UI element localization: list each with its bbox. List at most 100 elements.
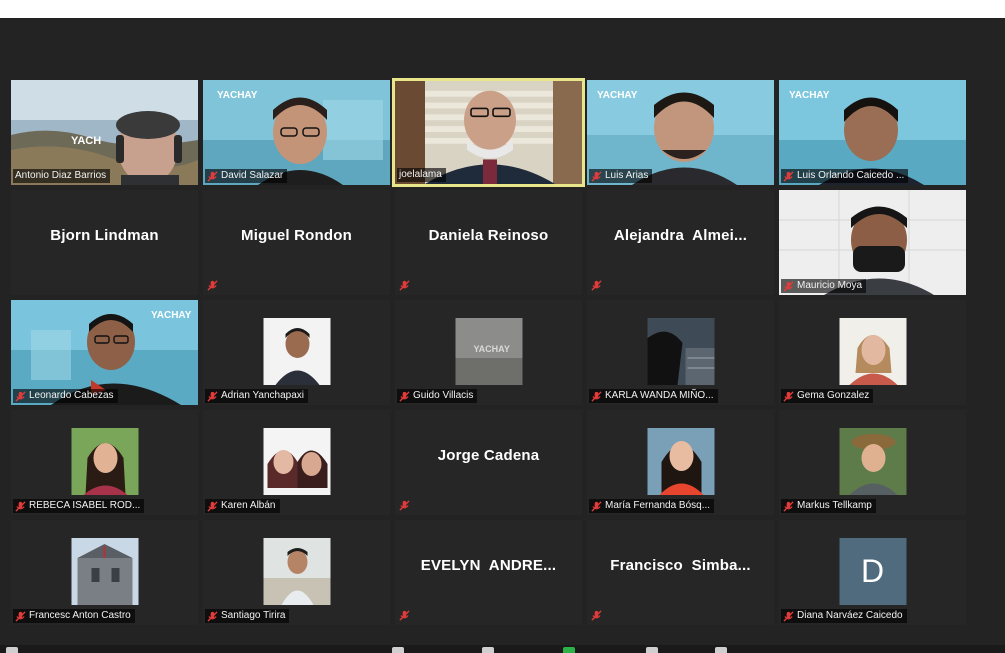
participant-name: David Salazar (221, 170, 284, 181)
participant-name-tag: Guido Villacis (397, 389, 478, 403)
muted-mic-icon (783, 280, 794, 292)
profile-photo (71, 538, 138, 605)
participant-name: Francisco Simba... (610, 557, 751, 574)
participant-name: Alejandra Almei... (613, 227, 748, 244)
participant-tile[interactable]: KARLA WANDA MIÑO... (587, 300, 774, 405)
profile-photo (839, 318, 906, 385)
participant-name-tag: Antonio Diaz Barrios (13, 169, 111, 183)
participant-tile[interactable]: Santiago Tirira (203, 520, 390, 625)
record-icon[interactable] (646, 647, 658, 653)
share-screen-icon[interactable] (563, 647, 575, 653)
participant-name: Santiago Tirira (221, 610, 286, 621)
top-bar (0, 0, 1005, 18)
muted-mic-icon (207, 170, 218, 182)
muted-mic-icon (15, 390, 26, 402)
muted-mic-icon (15, 610, 26, 622)
participant-name-tag: Markus Tellkamp (781, 499, 876, 513)
participant-name-tag: David Salazar (205, 169, 288, 183)
participant-tile[interactable]: Markus Tellkamp (779, 410, 966, 515)
profile-photo (71, 428, 138, 495)
participant-name: Bjorn Lindman (50, 227, 159, 244)
participant-name-tag: KARLA WANDA MIÑO... (589, 389, 718, 403)
muted-mic-icon (207, 280, 218, 291)
participant-tile[interactable]: REBECA ISABEL ROD... (11, 410, 198, 515)
participant-name: joelalama (399, 169, 442, 180)
participant-tile[interactable]: YACHAY Guido Villacis (395, 300, 582, 405)
participant-name-tag: Mauricio Moya (781, 279, 867, 293)
participant-name-tag: Luis Arias (589, 169, 653, 183)
participant-name: Jorge Cadena (437, 447, 540, 464)
participant-tile[interactable]: Adrian Yanchapaxi (203, 300, 390, 405)
muted-mic-icon (207, 390, 218, 402)
muted-mic-icon (591, 170, 602, 182)
participant-tile[interactable]: Karen Albán (203, 410, 390, 515)
participant-name: REBECA ISABEL ROD... (29, 500, 141, 511)
participant-tile[interactable]: D Diana Narváez Caicedo (779, 520, 966, 625)
participant-name-tag: Leonardo Cabezas (13, 389, 118, 403)
participant-name-tag: REBECA ISABEL ROD... (13, 499, 145, 513)
participant-name: Mauricio Moya (797, 280, 863, 291)
participant-name-tag: joelalama (397, 168, 446, 182)
brand-logo-text: YACH (71, 135, 101, 147)
active-speaker-tile[interactable]: joelalama (392, 78, 585, 187)
brand-logo-text: YACHAY (597, 90, 638, 101)
participant-tile[interactable]: Miguel Rondon (203, 190, 390, 295)
muted-mic-icon (399, 500, 410, 511)
muted-mic-icon (399, 280, 410, 291)
participant-name-tag: Santiago Tirira (205, 609, 290, 623)
brand-logo-text: YACHAY (217, 90, 258, 101)
muted-mic-icon (399, 610, 410, 621)
muted-mic-icon (399, 390, 410, 402)
muted-mic-icon (783, 170, 794, 182)
participant-name: María Fernanda Bósq... (605, 500, 711, 511)
profile-photo: YACHAY (455, 318, 522, 385)
muted-mic-icon (591, 500, 602, 512)
muted-mic-icon (591, 610, 602, 621)
participant-name-tag: María Fernanda Bósq... (589, 499, 715, 513)
participant-tile[interactable]: Daniela Reinoso (395, 190, 582, 295)
muted-mic-icon (591, 390, 602, 402)
participant-name: Diana Narváez Caicedo (797, 610, 903, 621)
participant-name: Luis Arias (605, 170, 649, 181)
participant-tile[interactable]: Bjorn Lindman (11, 190, 198, 295)
mute-icon[interactable] (6, 647, 18, 653)
participant-name: Guido Villacis (413, 390, 474, 401)
participant-name: Markus Tellkamp (797, 500, 872, 511)
participant-tile[interactable]: Francesc Anton Castro (11, 520, 198, 625)
participant-name: Daniela Reinoso (428, 227, 549, 244)
participant-tile[interactable]: Alejandra Almei... (587, 190, 774, 295)
participant-name-tag: Francesc Anton Castro (13, 609, 135, 623)
participant-name: Luis Orlando Caicedo ... (797, 170, 905, 181)
participant-tile[interactable]: YACHAY David Salazar (203, 80, 390, 185)
participant-name-tag: Diana Narváez Caicedo (781, 609, 907, 623)
reactions-icon[interactable] (715, 647, 727, 653)
participant-name: EVELYN ANDRE... (420, 557, 557, 574)
profile-photo (263, 318, 330, 385)
participant-name: Gema Gonzalez (797, 390, 870, 401)
profile-photo (839, 428, 906, 495)
participant-tile[interactable]: YACHAY Leonardo Cabezas (11, 300, 198, 405)
muted-mic-icon (591, 280, 602, 291)
muted-mic-icon (783, 390, 794, 402)
participant-name: Leonardo Cabezas (29, 390, 114, 401)
participant-name: Miguel Rondon (241, 227, 352, 244)
participant-tile[interactable]: Francisco Simba... (587, 520, 774, 625)
participant-tile[interactable]: Mauricio Moya (779, 190, 966, 295)
participant-name: Antonio Diaz Barrios (15, 170, 107, 181)
participant-tile[interactable]: YACH Antonio Diaz Barrios (11, 80, 198, 185)
chat-icon[interactable] (482, 647, 494, 653)
participant-name: Adrian Yanchapaxi (221, 390, 305, 401)
initial-avatar: D (839, 538, 906, 605)
participant-tile[interactable]: Gema Gonzalez (779, 300, 966, 405)
participant-tile[interactable]: YACHAY Luis Orlando Caicedo ... (779, 80, 966, 185)
participant-tile[interactable]: Jorge Cadena (395, 410, 582, 515)
muted-mic-icon (207, 610, 218, 622)
brand-logo-text: YACHAY (151, 310, 192, 321)
profile-photo (263, 538, 330, 605)
participant-tile[interactable]: YACHAY Luis Arias (587, 80, 774, 185)
participants-icon[interactable] (392, 647, 404, 653)
participant-tile[interactable]: María Fernanda Bósq... (587, 410, 774, 515)
muted-mic-icon (207, 500, 218, 512)
participant-tile[interactable]: EVELYN ANDRE... (395, 520, 582, 625)
participant-name: Karen Albán (221, 500, 276, 511)
